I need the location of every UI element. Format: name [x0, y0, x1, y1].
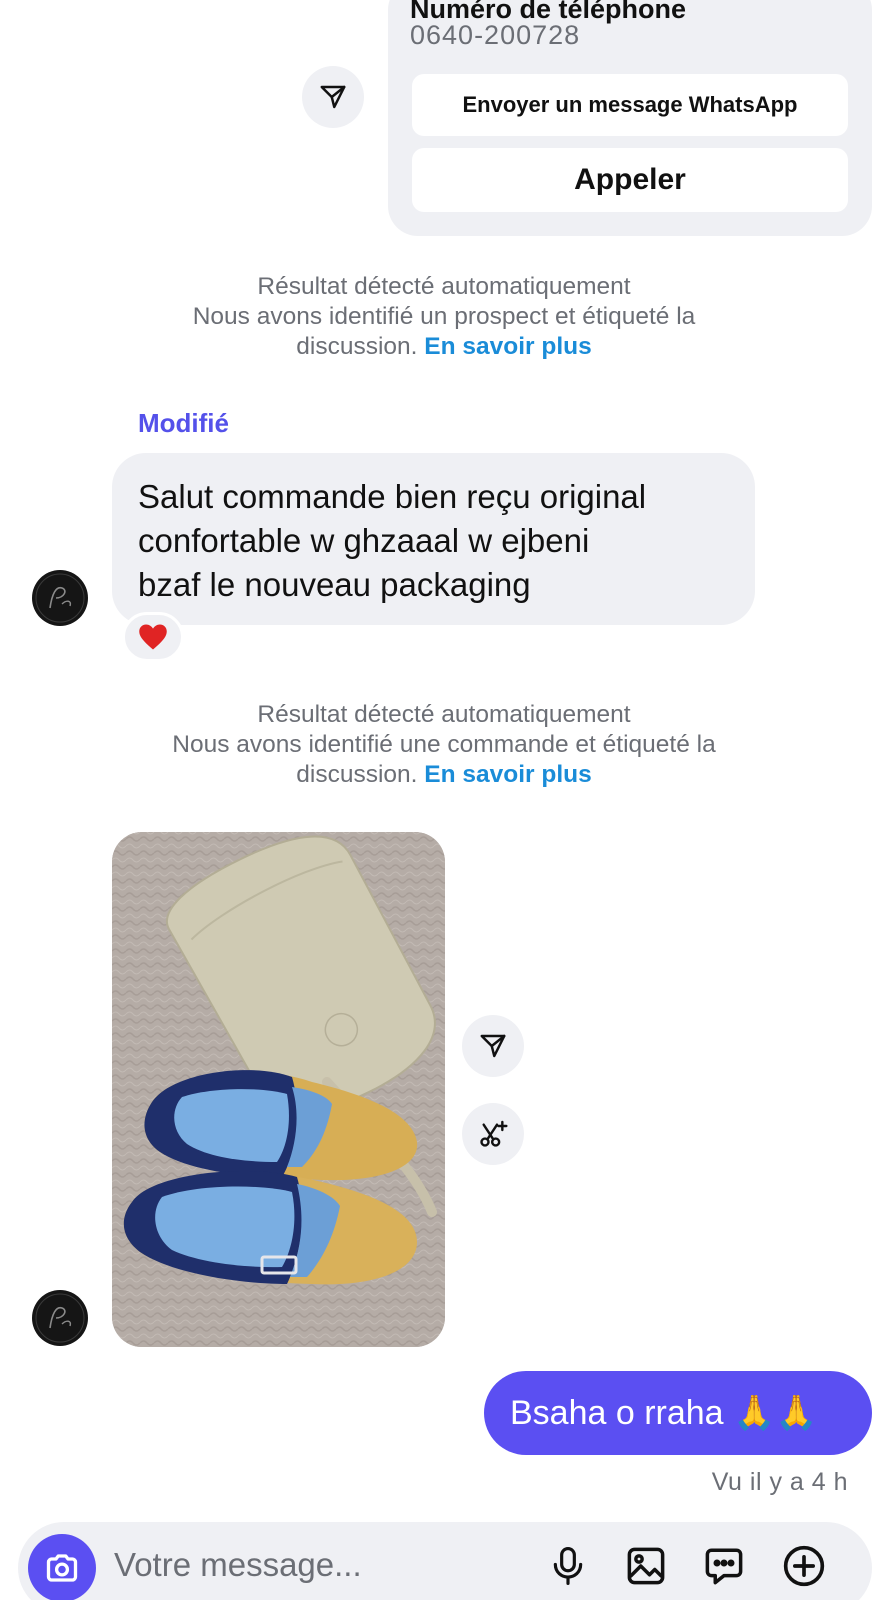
message-line: bzaf le nouveau packaging: [138, 566, 531, 603]
brand-logo-icon: [35, 573, 85, 623]
scissors-sparkle-icon: [480, 1120, 508, 1147]
system-note-title: Résultat détecté automatiquement: [257, 273, 631, 300]
whatsapp-message-button[interactable]: Envoyer un message WhatsApp: [412, 74, 848, 136]
system-note-title: Résultat détecté automatiquement: [257, 701, 631, 728]
system-note-order: Résultat détecté automatiquement Nous av…: [0, 700, 888, 790]
call-button[interactable]: Appeler: [412, 148, 848, 212]
gallery-button[interactable]: [620, 1540, 672, 1592]
ai-cutout-button[interactable]: [462, 1103, 524, 1165]
message-line: confortable w ghzaaal w ejbeni: [138, 522, 590, 559]
learn-more-link[interactable]: En savoir plus: [424, 761, 591, 788]
shoes-photo: [112, 832, 445, 1347]
system-note-text: Nous avons identifié un prospect et étiq…: [192, 303, 696, 330]
system-note-text-end: discussion.: [296, 761, 418, 788]
plus-circle-icon: [783, 1545, 825, 1587]
photo-message[interactable]: [112, 832, 445, 1347]
heart-icon: [139, 624, 167, 650]
sticker-button[interactable]: [698, 1540, 750, 1592]
system-note-prospect: Résultat détecté automatiquement Nous av…: [0, 272, 888, 362]
microphone-button[interactable]: [542, 1540, 594, 1592]
brand-logo-icon: [35, 1293, 85, 1343]
system-note-text-end: discussion.: [296, 333, 418, 360]
incoming-message-bubble[interactable]: Salut commande bien reçu original confor…: [112, 453, 755, 625]
share-button[interactable]: [302, 66, 364, 128]
camera-icon: [46, 1554, 78, 1582]
heart-reaction[interactable]: [122, 612, 184, 662]
camera-button[interactable]: [28, 1534, 96, 1600]
avatar[interactable]: [32, 1290, 88, 1346]
more-button[interactable]: [778, 1540, 830, 1592]
send-paper-plane-icon: [480, 1034, 506, 1058]
message-line: Salut commande bien reçu original: [138, 478, 647, 515]
message-input[interactable]: [114, 1540, 444, 1590]
send-paper-plane-icon: [320, 85, 346, 109]
share-button[interactable]: [462, 1015, 524, 1077]
learn-more-link[interactable]: En savoir plus: [424, 333, 591, 360]
chat-bubble-dots-icon: [705, 1548, 743, 1585]
system-note-text: Nous avons identifié une commande et éti…: [172, 731, 716, 758]
contact-card: Numéro de téléphone 0640-200728 Envoyer …: [388, 0, 872, 236]
outgoing-message-bubble[interactable]: Bsaha o rraha 🙏🙏: [484, 1371, 872, 1455]
edited-label: Modifié: [138, 408, 229, 438]
contact-phone: 0640-200728: [410, 20, 581, 50]
image-gallery-icon: [627, 1547, 665, 1585]
message-composer: [18, 1522, 872, 1600]
seen-status: Vu il y a 4 h: [711, 1468, 848, 1496]
microphone-icon: [553, 1547, 583, 1585]
avatar[interactable]: [32, 570, 88, 626]
